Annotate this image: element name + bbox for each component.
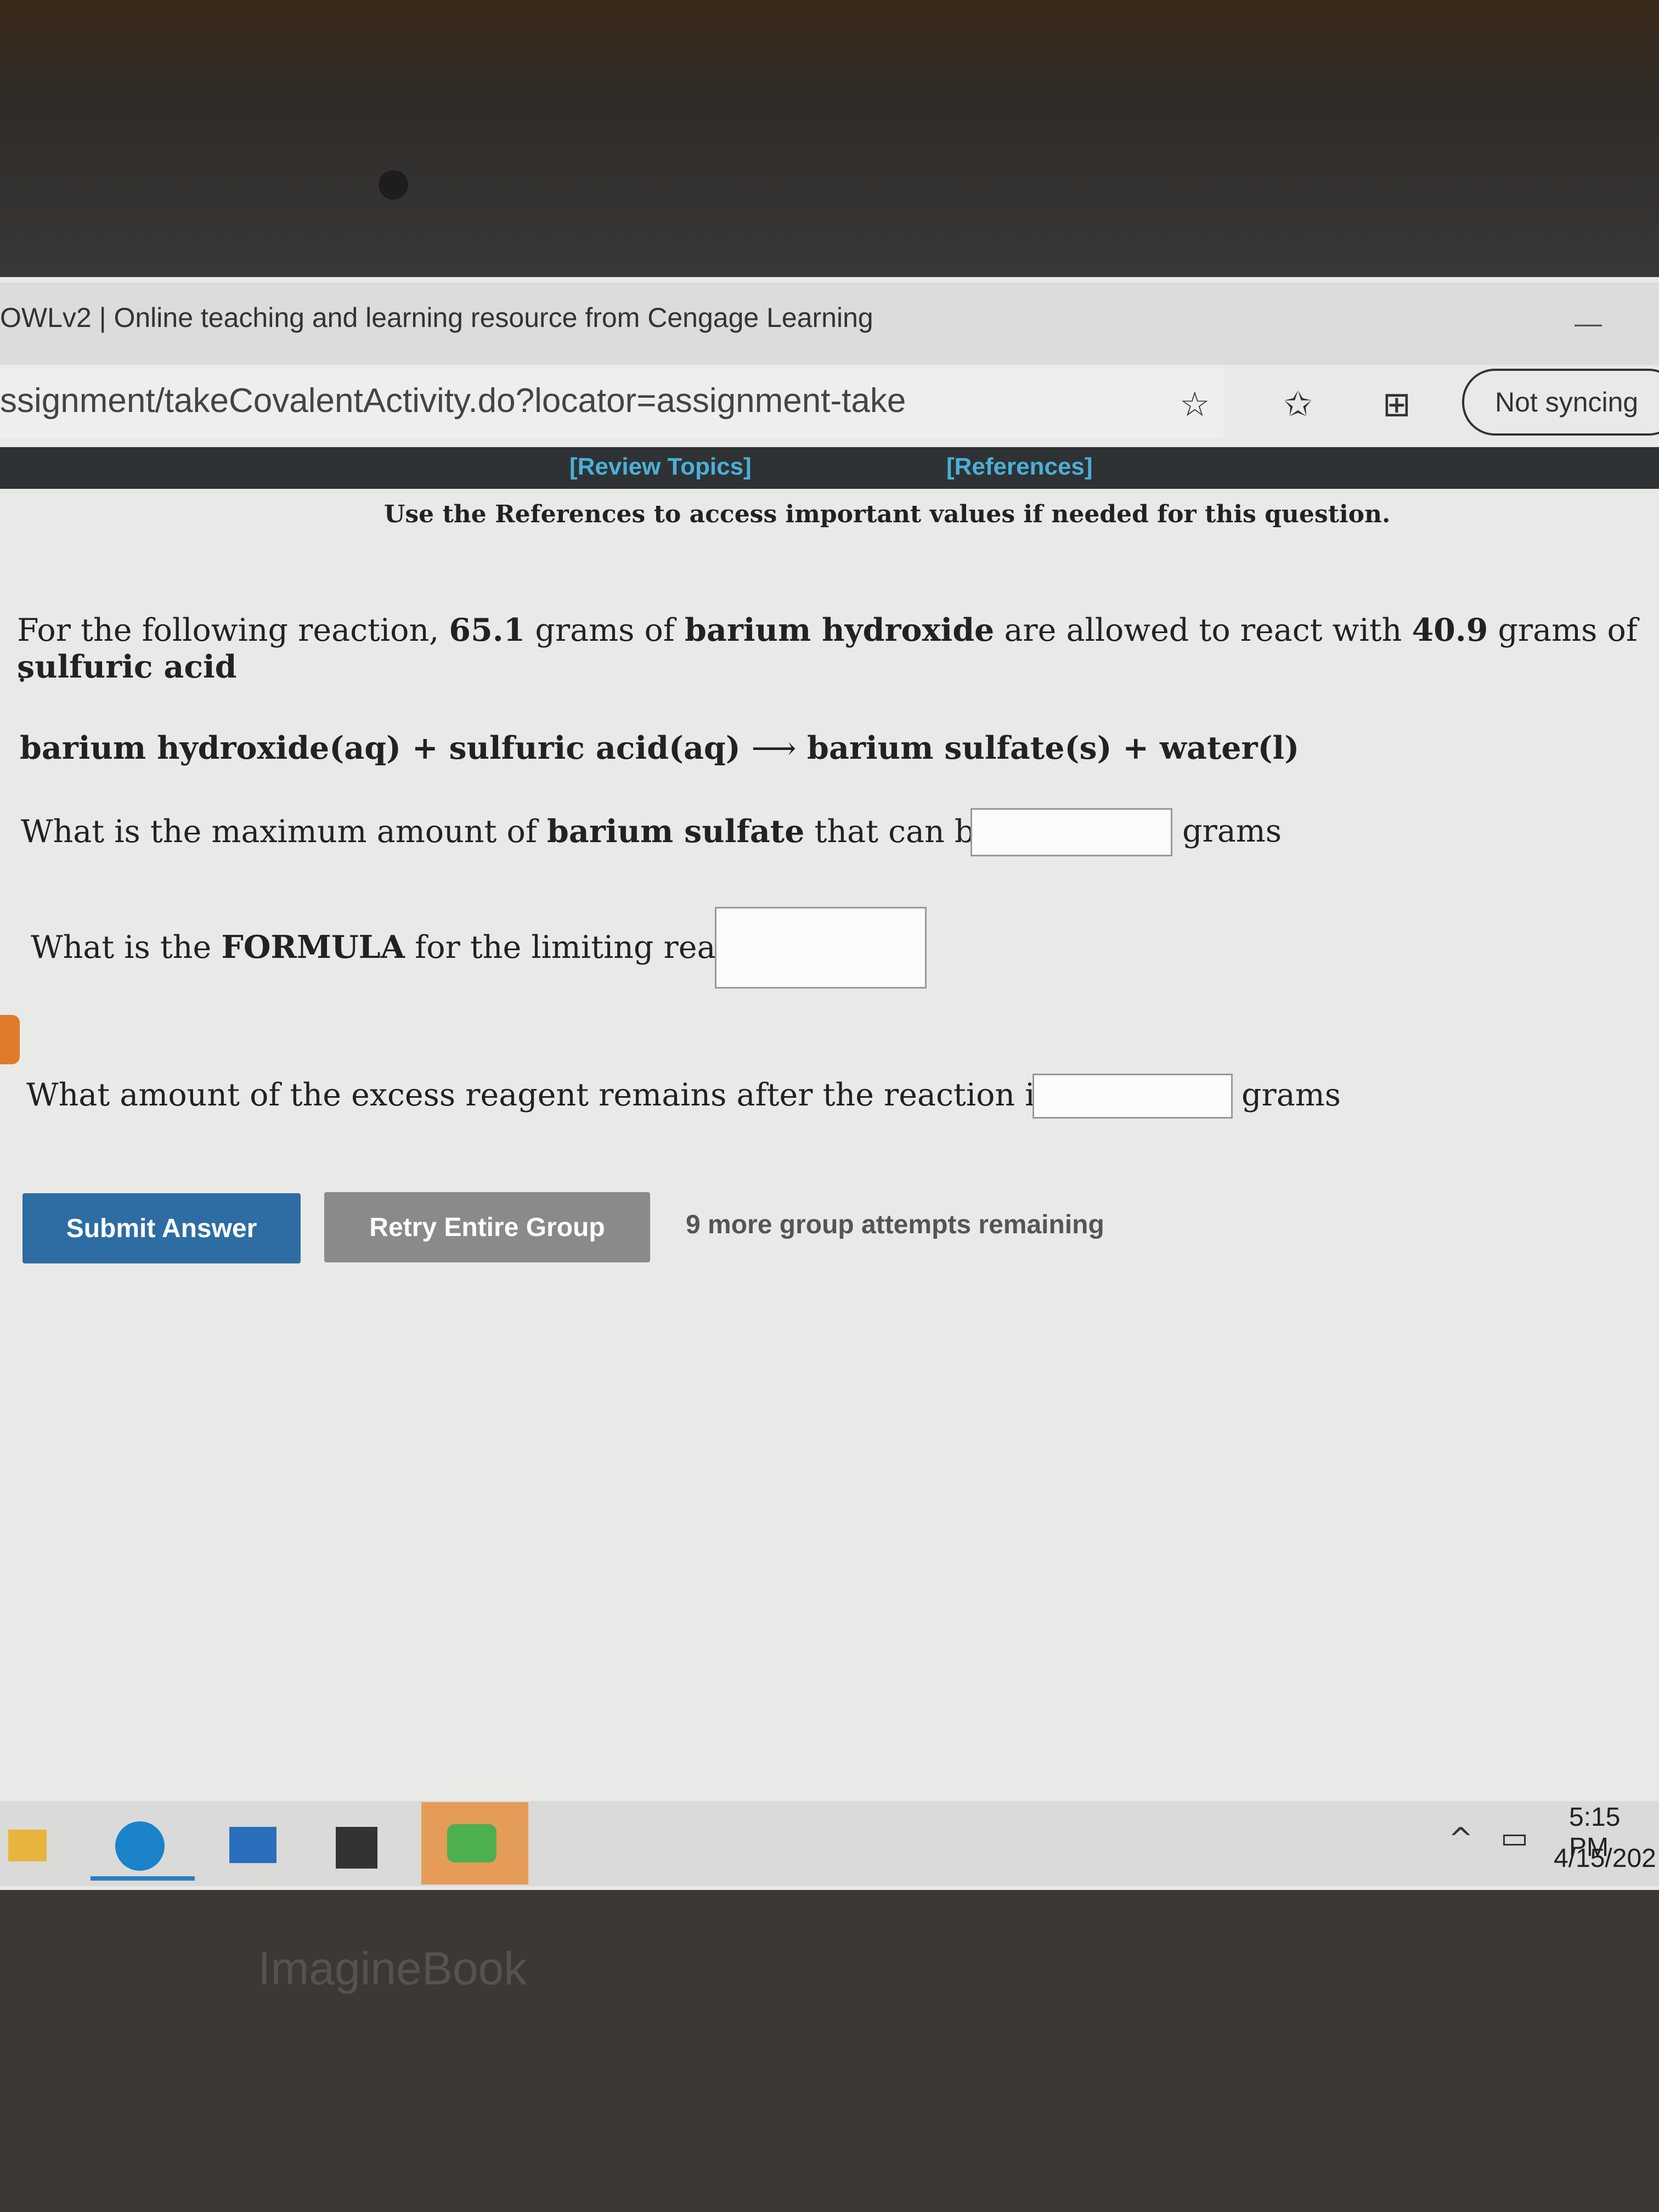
url-text[interactable]: ssignment/takeCovalentActivity.do?locato…	[0, 381, 906, 420]
device-brand-logo: ImagineBook	[258, 1943, 527, 1994]
minimize-button[interactable]: —	[1575, 307, 1602, 339]
unit-label: grams	[1182, 813, 1282, 849]
text: grams of	[525, 612, 685, 648]
mass-value: 40.9	[1412, 612, 1488, 648]
file-explorer-icon[interactable]	[8, 1830, 47, 1861]
text: What is the	[31, 929, 222, 966]
favorites-icon[interactable]: ✩	[1284, 384, 1312, 424]
unit-label: grams	[1242, 1077, 1341, 1113]
question-intro: For the following reaction, 65.1 grams o…	[17, 612, 1659, 685]
chevron-up-icon[interactable]: ^	[1448, 1821, 1473, 1856]
equation-reactants: barium hydroxide(aq) + sulfuric acid(aq)	[20, 730, 741, 766]
laptop-bezel-top	[0, 0, 1659, 277]
question-2: What is the FORMULA for the limiting rea…	[31, 929, 804, 966]
max-product-input[interactable]	[970, 808, 1172, 856]
product-name: barium sulfate	[547, 813, 805, 850]
active-app-indicator	[91, 1876, 195, 1881]
references-link[interactable]: [References]	[946, 453, 1093, 481]
excess-reagent-input[interactable]	[1032, 1074, 1233, 1119]
side-tab[interactable]	[0, 1015, 20, 1064]
reaction-equation: barium hydroxide(aq) + sulfuric acid(aq)…	[20, 730, 1299, 766]
spotify-icon[interactable]	[447, 1824, 496, 1863]
text: grams of	[1488, 612, 1638, 648]
window-title: OWLv2 | Online teaching and learning res…	[0, 302, 873, 333]
text: are allowed to react with	[994, 612, 1412, 648]
equation-products: barium sulfate(s) + water(l)	[807, 730, 1300, 766]
mass-value: 65.1	[449, 612, 526, 648]
question-1: What is the maximum amount of barium sul…	[21, 813, 1133, 850]
retry-group-button[interactable]: Retry Entire Group	[324, 1192, 650, 1262]
webcam	[379, 170, 408, 200]
camera-icon[interactable]: ▭	[1500, 1820, 1528, 1855]
clock-date[interactable]: 4/15/202	[1554, 1843, 1656, 1874]
mail-icon[interactable]	[229, 1827, 276, 1863]
sync-button[interactable]: Not syncing	[1462, 369, 1659, 436]
review-topics-link[interactable]: [Review Topics]	[569, 453, 752, 481]
reactant-name: barium hydroxide	[685, 612, 995, 648]
text-emphasis: FORMULA	[221, 929, 405, 966]
add-favorite-icon[interactable]: ☆	[1180, 384, 1210, 424]
edge-icon[interactable]	[115, 1821, 165, 1871]
submit-answer-button[interactable]: Submit Answer	[22, 1193, 301, 1263]
laptop-bezel-bottom	[0, 1890, 1659, 2212]
text: What is the maximum amount of	[21, 814, 548, 850]
question-toolbar	[0, 447, 1659, 489]
store-icon[interactable]	[336, 1827, 377, 1869]
collections-icon[interactable]: ⊞	[1383, 384, 1411, 424]
attempts-remaining: 9 more group attempts remaining	[686, 1210, 1104, 1239]
arrow-icon: ⟶	[751, 730, 797, 766]
period: .	[17, 653, 27, 689]
text: For the following reaction,	[17, 612, 449, 648]
limiting-reagent-input[interactable]	[715, 907, 927, 989]
reference-note: Use the References to access important v…	[384, 500, 1391, 528]
reactant-name: sulfuric acid	[17, 648, 237, 685]
